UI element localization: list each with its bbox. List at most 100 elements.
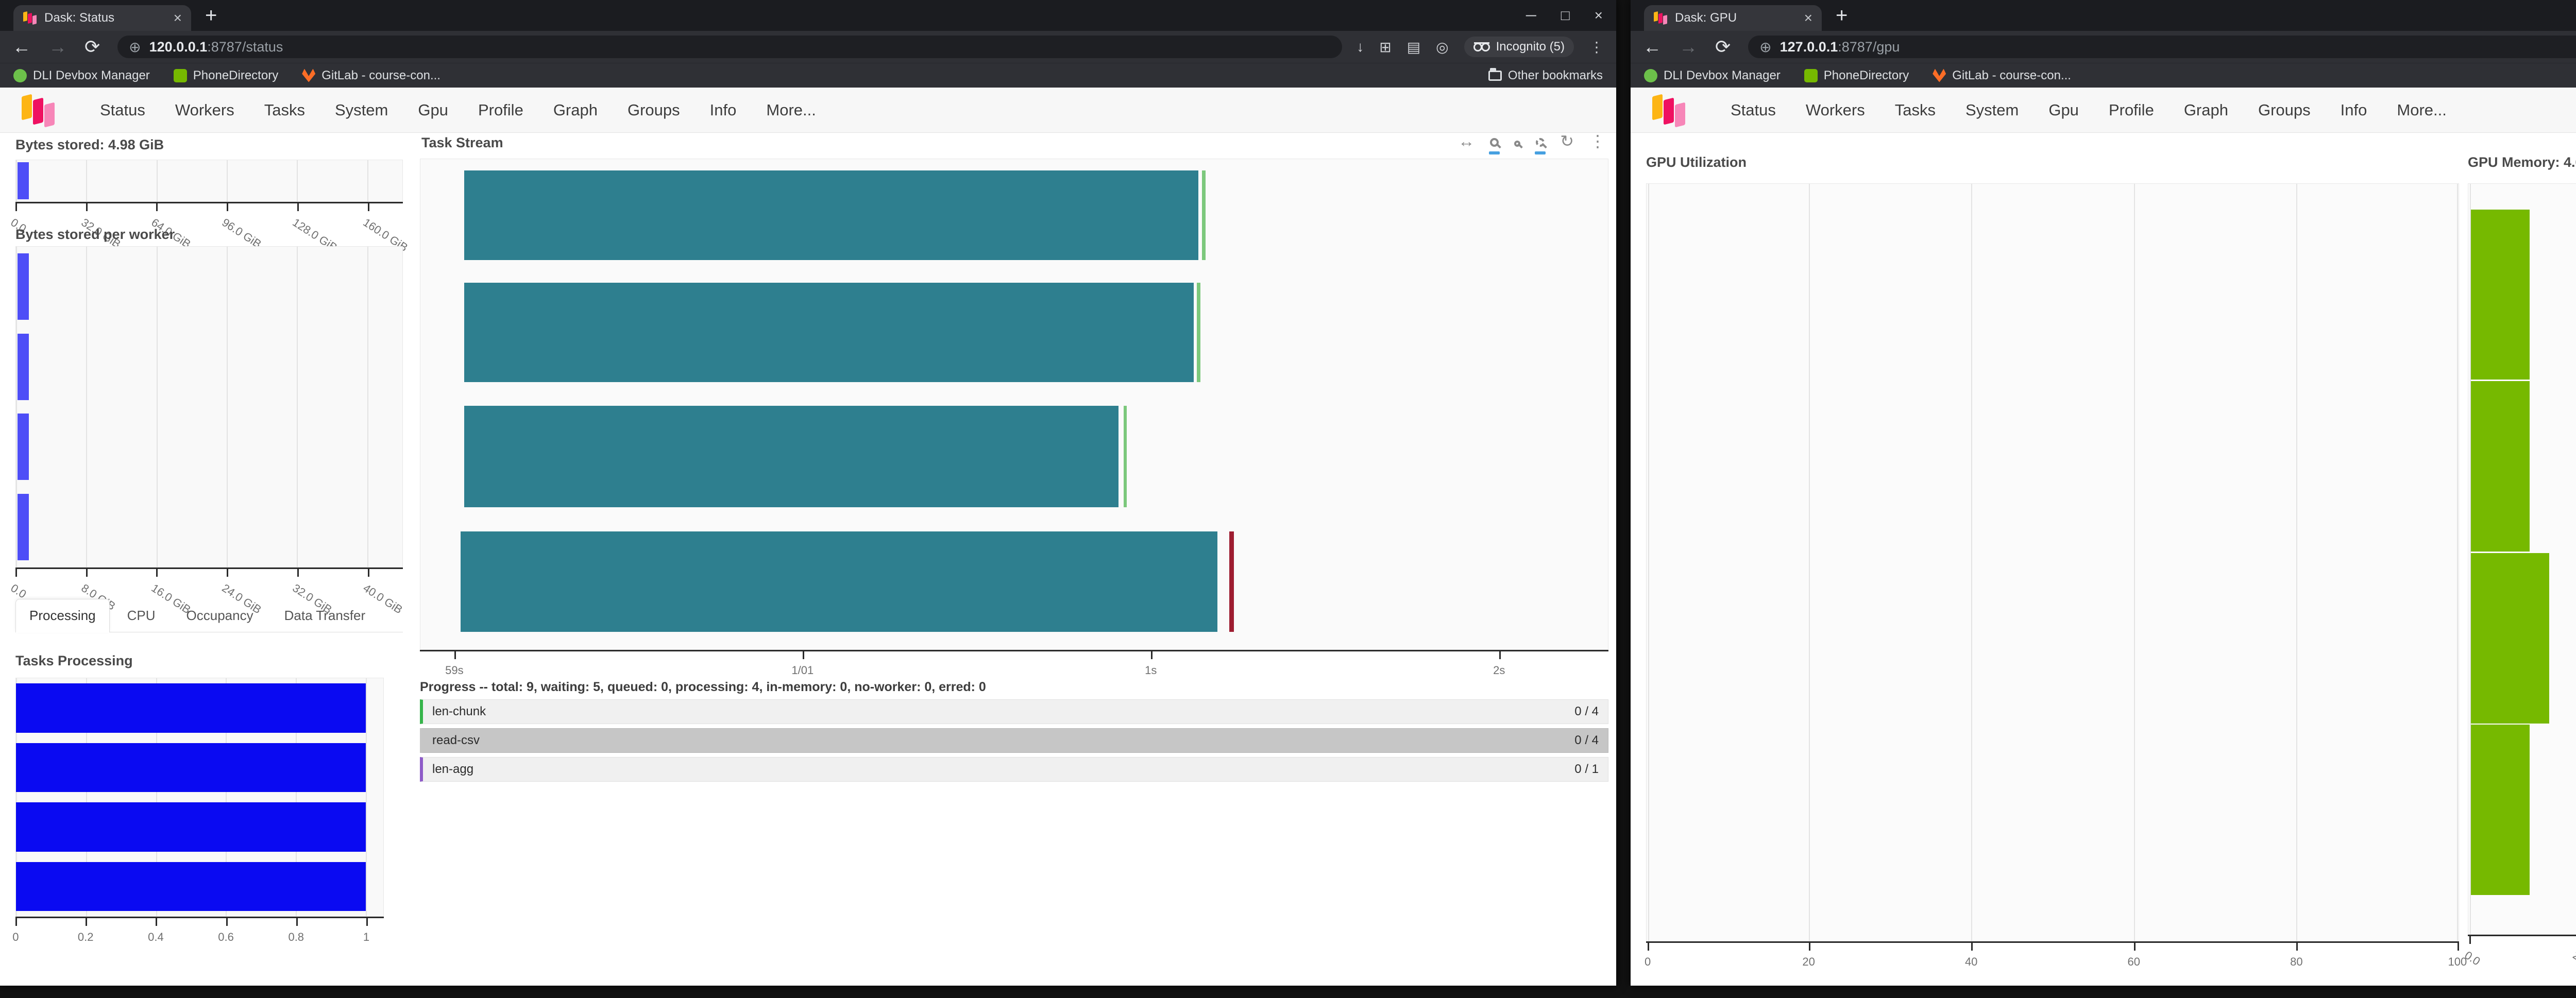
other-bookmarks[interactable]: Other bookmarks (1488, 68, 1603, 83)
axis-label: 1/01 (791, 664, 814, 677)
nav-info[interactable]: Info (710, 101, 737, 119)
tab-close-icon[interactable]: × (1804, 11, 1812, 25)
nav-workers[interactable]: Workers (175, 101, 234, 119)
progress-row-len-agg[interactable]: len-agg 0 / 1 (420, 757, 1608, 782)
bookmark-dli-devbox[interactable]: DLI Devbox Manager (13, 68, 150, 83)
browser-tab-dask-gpu[interactable]: Dask: GPU × (1644, 5, 1822, 31)
task-stream-axis: 59s1/011s2s (420, 650, 1608, 707)
nav-graph[interactable]: Graph (2184, 101, 2228, 119)
gridline (157, 247, 158, 567)
chart-bar (1197, 283, 1200, 382)
nav-gpu[interactable]: Gpu (418, 101, 448, 119)
tick-mark (1971, 942, 1973, 951)
bookmark-phonedirectory[interactable]: PhoneDirectory (1804, 68, 1909, 83)
profile-icon[interactable]: ◎ (1436, 39, 1448, 56)
wheel-zoom-tool-icon[interactable] (1536, 133, 1545, 154)
task-count: 0 / 1 (1574, 762, 1599, 777)
side-panel-icon[interactable]: ▤ (1407, 39, 1420, 56)
zoom-out-tool-icon[interactable] (1514, 133, 1520, 154)
progress-row-read-csv[interactable]: read-csv 0 / 4 (420, 728, 1608, 753)
nav-system[interactable]: System (335, 101, 388, 119)
extensions-icon[interactable]: ⊞ (1379, 39, 1391, 56)
chart-bar (16, 862, 366, 911)
forward-button[interactable]: → (1679, 38, 1698, 56)
plot-menu-icon[interactable]: ⋮ (1589, 133, 1606, 154)
bytes-stored-title: Bytes stored: 4.98 GiB (15, 137, 164, 153)
gridline (1648, 184, 1649, 941)
tick-mark (227, 203, 228, 211)
tick-mark (2469, 936, 2471, 944)
bookmark-gitlab[interactable]: GitLab - course-con... (1933, 68, 2071, 83)
chart-bar (18, 414, 29, 480)
nav-status[interactable]: Status (1731, 101, 1776, 119)
chart-bar (464, 283, 1193, 382)
maximize-button[interactable]: □ (1561, 4, 1570, 27)
forward-button[interactable]: → (48, 38, 67, 56)
reload-button[interactable]: ⟳ (1715, 38, 1731, 56)
tab-data-transfer[interactable]: Data Transfer (271, 599, 379, 632)
chart-bar (464, 170, 1198, 260)
nav-more[interactable]: More... (2397, 101, 2446, 119)
nav-graph[interactable]: Graph (553, 101, 598, 119)
chart-bar (1124, 406, 1127, 507)
gridline (86, 247, 87, 567)
chart-bar (461, 531, 1217, 632)
back-button[interactable]: ← (12, 38, 31, 56)
bookmark-dli-devbox[interactable]: DLI Devbox Manager (1644, 68, 1781, 83)
address-bar[interactable]: ⊕ 127.0.0.1 :8787/gpu (1748, 36, 2576, 58)
browser-menu-icon[interactable]: ⋮ (1589, 39, 1604, 56)
reset-tool-icon[interactable]: ↻ (1560, 133, 1574, 154)
nav-groups[interactable]: Groups (628, 101, 680, 119)
nav-profile[interactable]: Profile (2109, 101, 2154, 119)
bookmark-gitlab[interactable]: GitLab - course-con... (302, 68, 440, 83)
tab-occupancy[interactable]: Occupancy (173, 599, 267, 632)
bytes-per-worker-chart[interactable] (15, 246, 403, 567)
nav-status[interactable]: Status (100, 101, 145, 119)
gridline (297, 160, 298, 201)
gpu-memory-chart[interactable] (2468, 183, 2576, 935)
nav-info[interactable]: Info (2341, 101, 2367, 119)
bookmarks-bar: DLI Devbox Manager PhoneDirectory GitLab… (1631, 63, 2576, 88)
tab-cpu[interactable]: CPU (114, 599, 169, 632)
task-stream-chart[interactable] (420, 159, 1608, 650)
axis-label: 0 (12, 931, 19, 944)
task-count: 0 / 4 (1574, 704, 1599, 719)
gpu-utilization-chart[interactable] (1646, 183, 2459, 941)
chart-bar (2471, 553, 2549, 724)
tab-processing[interactable]: Processing (15, 599, 110, 633)
new-tab-button[interactable]: + (205, 4, 217, 27)
url-path: :8787/gpu (1838, 39, 1900, 55)
dashboard-gpu-page: GPU Utilization 020406080100 GPU Memory:… (1631, 133, 2576, 986)
box-zoom-tool-icon[interactable] (1490, 133, 1499, 154)
site-info-icon[interactable]: ⊕ (129, 39, 141, 56)
axis-label: 40 (1965, 955, 1977, 969)
tick-mark (2134, 942, 2136, 951)
pan-tool-icon[interactable]: ↔ (1458, 133, 1475, 154)
nav-tasks[interactable]: Tasks (264, 101, 305, 119)
minimize-button[interactable]: ─ (1526, 4, 1536, 27)
nav-more[interactable]: More... (766, 101, 816, 119)
address-bar[interactable]: ⊕ 120.0.0.1 :8787/status (117, 36, 1342, 58)
download-icon[interactable]: ↓ (1357, 39, 1364, 55)
tasks-processing-chart[interactable] (15, 678, 384, 917)
site-info-icon[interactable]: ⊕ (1759, 39, 1771, 56)
close-button[interactable]: × (1595, 4, 1603, 27)
browser-tab-dask-status[interactable]: Dask: Status × (13, 5, 191, 31)
nav-groups[interactable]: Groups (2258, 101, 2311, 119)
back-button[interactable]: ← (1643, 38, 1662, 56)
reload-button[interactable]: ⟳ (84, 38, 100, 56)
bytes-stored-chart[interactable] (15, 160, 403, 202)
bookmark-phonedirectory[interactable]: PhoneDirectory (174, 68, 278, 83)
tick-mark (1499, 651, 1501, 659)
progress-row-len-chunk[interactable]: len-chunk 0 / 4 (420, 699, 1608, 724)
bookmark-favicon (1644, 69, 1657, 82)
new-tab-button[interactable]: + (1836, 4, 1848, 27)
gridline (2457, 184, 2458, 941)
tab-close-icon[interactable]: × (174, 11, 182, 25)
nav-gpu[interactable]: Gpu (2048, 101, 2079, 119)
nav-profile[interactable]: Profile (478, 101, 523, 119)
nav-workers[interactable]: Workers (1806, 101, 1865, 119)
folder-icon (1488, 71, 1502, 81)
nav-tasks[interactable]: Tasks (1895, 101, 1936, 119)
nav-system[interactable]: System (1965, 101, 2019, 119)
